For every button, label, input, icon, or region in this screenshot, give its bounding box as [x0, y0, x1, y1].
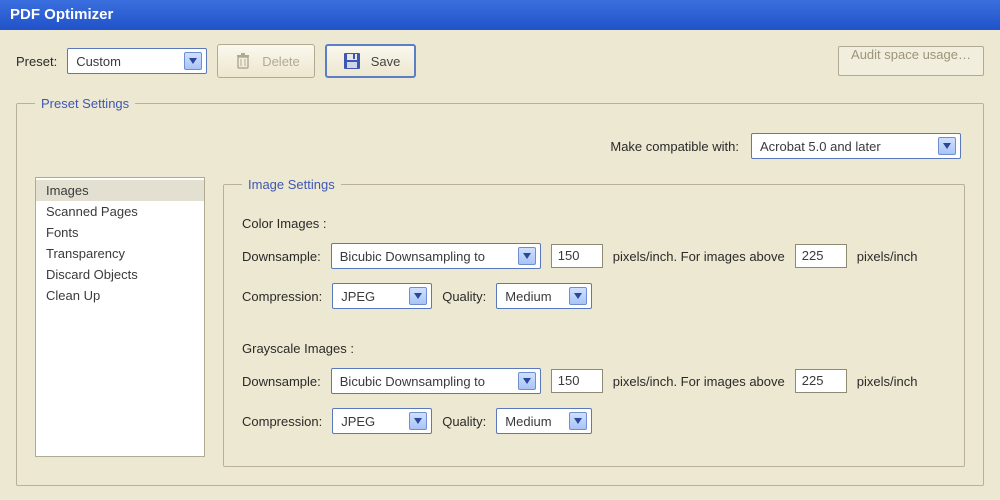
gray-compression-select[interactable]: JPEG — [332, 408, 432, 434]
delete-button-label: Delete — [262, 54, 300, 69]
category-discard-objects[interactable]: Discard Objects — [36, 264, 204, 285]
color-quality-label: Quality: — [442, 289, 486, 304]
gray-quality-label: Quality: — [442, 414, 486, 429]
gray-downsample-label: Downsample: — [242, 374, 321, 389]
color-quality-value: Medium — [505, 289, 551, 304]
compat-select-value: Acrobat 5.0 and later — [760, 139, 881, 154]
category-transparency[interactable]: Transparency — [36, 243, 204, 264]
category-clean-up[interactable]: Clean Up — [36, 285, 204, 306]
chevron-down-icon — [569, 287, 587, 305]
save-button[interactable]: Save — [325, 44, 417, 78]
color-downsample-select[interactable]: Bicubic Downsampling to — [331, 243, 541, 269]
lower-area: Images Scanned Pages Fonts Transparency … — [35, 177, 965, 467]
color-compression-row: Compression: JPEG Quality: Medium — [242, 283, 946, 309]
preset-settings-legend: Preset Settings — [35, 96, 135, 111]
color-downsample-value: Bicubic Downsampling to — [340, 249, 485, 264]
color-compression-value: JPEG — [341, 289, 375, 304]
preset-select[interactable]: Custom — [67, 48, 207, 74]
chevron-down-icon — [938, 137, 956, 155]
preset-select-value: Custom — [76, 54, 121, 69]
image-settings-group: Image Settings Color Images : Downsample… — [223, 177, 965, 467]
window-title: PDF Optimizer — [10, 6, 113, 23]
color-images-heading: Color Images : — [242, 216, 946, 231]
color-downsample-label: Downsample: — [242, 249, 321, 264]
toolbar: Preset: Custom Delete — [16, 44, 984, 78]
gray-images-heading: Grayscale Images : — [242, 341, 946, 356]
preset-settings-group: Preset Settings Make compatible with: Ac… — [16, 96, 984, 486]
category-images[interactable]: Images — [36, 180, 204, 201]
gray-downsample-value: Bicubic Downsampling to — [340, 374, 485, 389]
color-quality-select[interactable]: Medium — [496, 283, 592, 309]
trash-icon — [232, 50, 254, 72]
color-ppi-label: pixels/inch. For images above — [613, 249, 785, 264]
color-downsample-row: Downsample: Bicubic Downsampling to 150 … — [242, 243, 946, 269]
category-list[interactable]: Images Scanned Pages Fonts Transparency … — [35, 177, 205, 457]
dialog-body: Preset: Custom Delete — [0, 30, 1000, 500]
gray-compression-row: Compression: JPEG Quality: Medium — [242, 408, 946, 434]
chevron-down-icon — [409, 412, 427, 430]
category-fonts[interactable]: Fonts — [36, 222, 204, 243]
audit-space-button[interactable]: Audit space usage… — [838, 46, 984, 76]
gray-ppi-label: pixels/inch. For images above — [613, 374, 785, 389]
gray-ppi-input[interactable]: 150 — [551, 369, 603, 393]
chevron-down-icon — [569, 412, 587, 430]
save-button-label: Save — [371, 54, 401, 69]
color-compression-label: Compression: — [242, 289, 322, 304]
color-compression-select[interactable]: JPEG — [332, 283, 432, 309]
chevron-down-icon — [518, 247, 536, 265]
window-titlebar: PDF Optimizer — [0, 0, 1000, 30]
gray-quality-select[interactable]: Medium — [496, 408, 592, 434]
gray-unit-label: pixels/inch — [857, 374, 918, 389]
gray-above-input[interactable]: 225 — [795, 369, 847, 393]
color-ppi-input[interactable]: 150 — [551, 244, 603, 268]
color-unit-label: pixels/inch — [857, 249, 918, 264]
chevron-down-icon — [409, 287, 427, 305]
color-above-input[interactable]: 225 — [795, 244, 847, 268]
delete-button: Delete — [217, 44, 315, 78]
audit-space-label: Audit space usage… — [851, 47, 971, 62]
gray-downsample-row: Downsample: Bicubic Downsampling to 150 … — [242, 368, 946, 394]
chevron-down-icon — [184, 52, 202, 70]
compat-row: Make compatible with: Acrobat 5.0 and la… — [35, 133, 961, 159]
floppy-disk-icon — [341, 50, 363, 72]
image-settings-legend: Image Settings — [242, 177, 341, 192]
gray-compression-label: Compression: — [242, 414, 322, 429]
compat-select[interactable]: Acrobat 5.0 and later — [751, 133, 961, 159]
preset-label: Preset: — [16, 54, 57, 69]
compat-label: Make compatible with: — [610, 139, 739, 154]
gray-quality-value: Medium — [505, 414, 551, 429]
gray-compression-value: JPEG — [341, 414, 375, 429]
chevron-down-icon — [518, 372, 536, 390]
gray-downsample-select[interactable]: Bicubic Downsampling to — [331, 368, 541, 394]
category-scanned-pages[interactable]: Scanned Pages — [36, 201, 204, 222]
